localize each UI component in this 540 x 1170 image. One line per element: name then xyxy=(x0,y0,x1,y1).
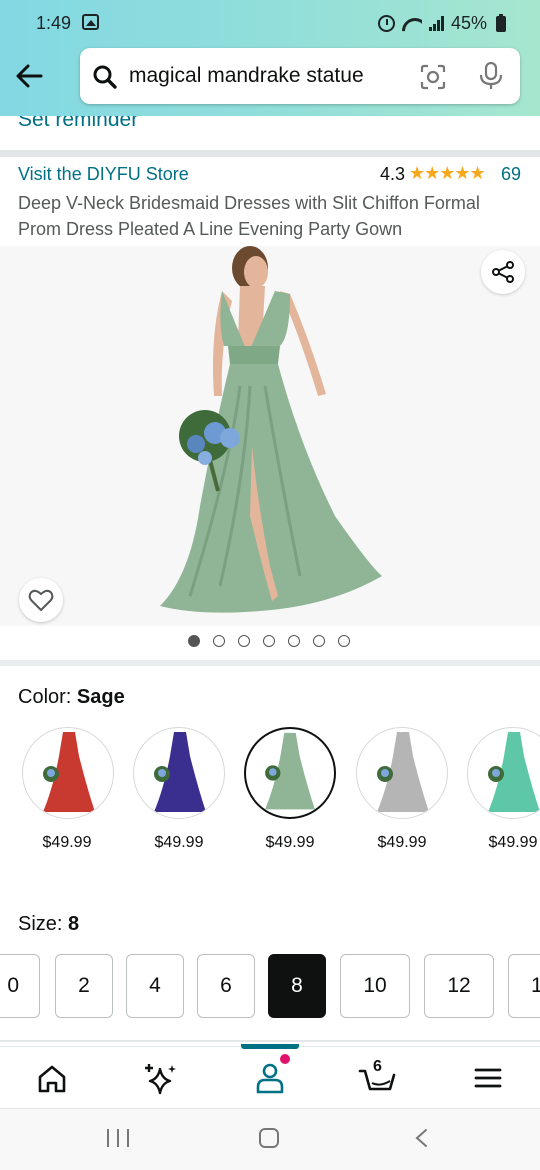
account-icon[interactable] xyxy=(250,1059,290,1095)
product-image[interactable] xyxy=(0,246,540,626)
store-link[interactable]: Visit the DIYFU Store xyxy=(18,164,189,185)
color-selected-value: Sage xyxy=(76,686,125,708)
status-bar: 1:49 45% xyxy=(0,10,540,38)
swatch-price: $49.99 xyxy=(488,834,538,851)
carousel-dot[interactable] xyxy=(313,635,325,647)
wishlist-button[interactable] xyxy=(19,578,63,622)
battery-percent: 45% xyxy=(450,13,487,33)
color-swatch-silver[interactable] xyxy=(356,727,448,819)
sparkle-icon[interactable] xyxy=(140,1059,180,1095)
swatch-price: $49.99 xyxy=(154,834,204,851)
signal-icon xyxy=(428,16,444,31)
divider xyxy=(0,150,540,157)
search-box[interactable]: magical mandrake statue xyxy=(80,48,520,104)
carousel-dot[interactable] xyxy=(263,635,275,647)
home-icon[interactable] xyxy=(32,1059,72,1095)
size-label-text: Size: xyxy=(18,913,69,935)
carousel-dot[interactable] xyxy=(188,635,200,647)
dress-thumbnail xyxy=(377,732,429,812)
share-icon xyxy=(492,261,514,283)
swatch-price: $49.99 xyxy=(42,834,92,851)
star-rating-icon[interactable]: ★★★★★ xyxy=(409,163,486,184)
back-icon[interactable] xyxy=(414,1128,428,1148)
share-button[interactable] xyxy=(481,250,525,294)
color-swatch-sage[interactable] xyxy=(244,727,336,819)
back-arrow-icon[interactable] xyxy=(14,61,44,91)
recent-apps-icon[interactable] xyxy=(107,1129,129,1147)
size-option-12[interactable]: 12 xyxy=(424,954,494,1018)
divider xyxy=(0,1040,540,1042)
size-option-10[interactable]: 10 xyxy=(340,954,410,1018)
cart-count: 6 xyxy=(373,1058,382,1075)
swatch-price: $49.99 xyxy=(265,834,315,851)
alarm-icon xyxy=(377,15,395,32)
camera-lens-icon[interactable] xyxy=(420,64,446,90)
size-option-4[interactable]: 4 xyxy=(126,954,184,1018)
search-icon xyxy=(93,65,117,89)
carousel-dot[interactable] xyxy=(288,635,300,647)
dress-thumbnail xyxy=(488,732,540,812)
dress-illustration xyxy=(160,246,382,613)
color-label: Color: Sage xyxy=(18,686,125,709)
image-carousel-dots[interactable] xyxy=(188,635,350,647)
size-option-2[interactable]: 2 xyxy=(55,954,113,1018)
bottom-nav xyxy=(0,1046,540,1108)
color-label-text: Color: xyxy=(18,686,77,708)
carousel-dot[interactable] xyxy=(338,635,350,647)
size-option-14[interactable]: 1 xyxy=(508,954,540,1018)
home-button-icon[interactable] xyxy=(259,1128,279,1148)
battery-icon xyxy=(496,13,506,32)
rating-value: 4.3 xyxy=(380,164,406,184)
size-option-8[interactable]: 8 xyxy=(268,954,326,1018)
notification-dot xyxy=(280,1054,290,1064)
size-option-0[interactable]: 0 xyxy=(0,954,40,1018)
carousel-dot[interactable] xyxy=(213,635,225,647)
product-page: 1:49 45% magical mandrake statue Set rem… xyxy=(0,0,540,1170)
search-input[interactable]: magical mandrake statue xyxy=(129,64,364,88)
product-title: Deep V-Neck Bridesmaid Dresses with Slit… xyxy=(18,193,480,239)
status-time: 1:49 xyxy=(36,13,72,33)
menu-icon[interactable] xyxy=(468,1059,508,1095)
microphone-icon[interactable] xyxy=(478,62,504,90)
dress-thumbnail xyxy=(154,732,206,812)
color-swatch-mint[interactable] xyxy=(467,727,540,819)
dress-thumbnail xyxy=(265,732,315,810)
gallery-icon xyxy=(82,14,99,30)
size-selected-value: 8 xyxy=(68,913,80,935)
dress-thumbnail xyxy=(43,732,95,812)
swatch-price: $49.99 xyxy=(377,834,427,851)
wifi-icon xyxy=(402,16,422,32)
size-option-6[interactable]: 6 xyxy=(197,954,255,1018)
color-swatch-navy[interactable] xyxy=(133,727,225,819)
size-label: Size: 8 xyxy=(18,913,79,936)
divider xyxy=(0,660,540,666)
color-swatch-red[interactable] xyxy=(22,727,114,819)
reminder-strip: Set reminder xyxy=(0,116,540,152)
rating-count[interactable]: 69 xyxy=(501,164,521,185)
carousel-dot[interactable] xyxy=(238,635,250,647)
heart-icon xyxy=(28,589,54,611)
active-tab-indicator xyxy=(241,1044,299,1049)
set-reminder-link[interactable]: Set reminder xyxy=(18,116,138,132)
